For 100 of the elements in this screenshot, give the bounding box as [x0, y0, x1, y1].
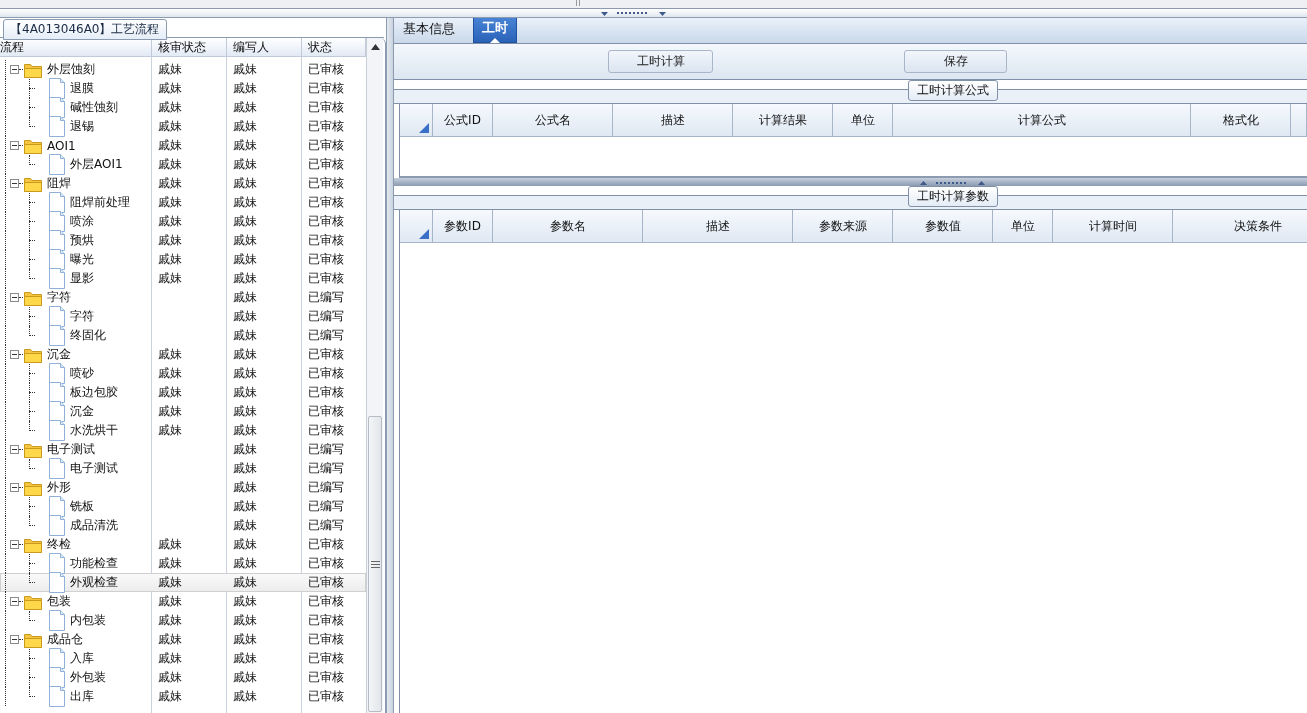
column-header[interactable]: 公式ID: [433, 104, 493, 136]
document-icon[interactable]: [49, 97, 65, 118]
document-icon[interactable]: [49, 363, 65, 384]
tree-item[interactable]: 外形: [46, 479, 72, 496]
document-icon[interactable]: [49, 667, 65, 688]
collapse-icon[interactable]: [10, 65, 19, 74]
collapse-handle-icon[interactable]: [919, 180, 986, 186]
tree-item[interactable]: 铣板: [69, 498, 95, 515]
column-header[interactable]: 参数ID: [433, 210, 493, 242]
column-header[interactable]: 决策条件: [1173, 210, 1307, 242]
folder-icon[interactable]: [24, 441, 42, 458]
folder-icon[interactable]: [24, 593, 42, 610]
document-icon[interactable]: [49, 154, 65, 175]
column-header[interactable]: 核审状态: [152, 38, 227, 56]
tree-item[interactable]: 入库: [69, 650, 95, 667]
column-header[interactable]: 单位: [833, 104, 893, 136]
tree-item[interactable]: 终固化: [69, 327, 107, 344]
document-icon[interactable]: [49, 268, 65, 289]
collapse-handle-icon[interactable]: [600, 11, 667, 17]
toolbar-button[interactable]: 保存: [904, 50, 1007, 73]
tree-item[interactable]: AOI1: [46, 138, 77, 153]
column-header[interactable]: 参数来源: [793, 210, 893, 242]
tree-item[interactable]: 电子测试: [46, 441, 96, 458]
corner-triangle-icon[interactable]: [419, 123, 429, 133]
tree-item[interactable]: 喷砂: [69, 365, 95, 382]
document-icon[interactable]: [49, 306, 65, 327]
document-icon[interactable]: [49, 249, 65, 270]
scroll-up-icon[interactable]: [370, 44, 380, 50]
folder-icon[interactable]: [24, 536, 42, 553]
document-icon[interactable]: [49, 648, 65, 669]
folder-icon[interactable]: [24, 631, 42, 648]
corner-triangle-icon[interactable]: [419, 229, 429, 239]
tree-item[interactable]: 退锡: [69, 118, 95, 135]
column-header[interactable]: 描述: [643, 210, 793, 242]
document-icon[interactable]: [49, 420, 65, 441]
document-icon[interactable]: [49, 553, 65, 574]
column-header[interactable]: 编写人: [227, 38, 302, 56]
folder-icon[interactable]: [24, 61, 42, 78]
tree-item[interactable]: 退膜: [69, 80, 95, 97]
tree-item[interactable]: 字符: [69, 308, 95, 325]
document-icon[interactable]: [49, 458, 65, 479]
document-icon[interactable]: [49, 610, 65, 631]
folder-icon[interactable]: [24, 479, 42, 496]
splitter[interactable]: [386, 18, 394, 713]
tree-item[interactable]: 成品清洗: [69, 517, 119, 534]
document-icon[interactable]: [49, 572, 65, 593]
folder-icon[interactable]: [24, 346, 42, 363]
column-header[interactable]: 计算公式: [893, 104, 1191, 136]
tab[interactable]: 基本信息: [397, 18, 461, 43]
tree-item[interactable]: 终检: [46, 536, 72, 553]
tree-item[interactable]: 字符: [46, 289, 72, 306]
tree-item[interactable]: 功能检查: [69, 555, 119, 572]
document-icon[interactable]: [49, 686, 65, 707]
column-header[interactable]: 参数名: [493, 210, 643, 242]
splitter-grip[interactable]: [575, 0, 580, 6]
collapse-icon[interactable]: [10, 179, 19, 188]
document-icon[interactable]: [49, 515, 65, 536]
document-icon[interactable]: [49, 382, 65, 403]
collapse-icon[interactable]: [10, 540, 19, 549]
tree-item[interactable]: 显影: [69, 270, 95, 287]
tree-item[interactable]: 外观检查: [69, 574, 119, 591]
tree-item[interactable]: 外层AOI1: [69, 156, 124, 173]
tree-item[interactable]: 沉金: [69, 403, 95, 420]
tree-item[interactable]: 水洗烘干: [69, 422, 119, 439]
column-header[interactable]: 计算时间: [1053, 210, 1173, 242]
folder-icon[interactable]: [24, 289, 42, 306]
tree-item[interactable]: 阻焊前处理: [69, 194, 131, 211]
tree-item[interactable]: 预烘: [69, 232, 95, 249]
document-icon[interactable]: [49, 78, 65, 99]
collapse-icon[interactable]: [10, 597, 19, 606]
scrollbar-thumb[interactable]: [368, 416, 382, 712]
column-header[interactable]: 参数值: [893, 210, 993, 242]
column-header[interactable]: 公式名: [493, 104, 613, 136]
document-icon[interactable]: [49, 116, 65, 137]
column-header[interactable]: 流程: [0, 38, 152, 56]
collapse-icon[interactable]: [10, 141, 19, 150]
tree-item[interactable]: 电子测试: [69, 460, 119, 477]
column-header[interactable]: 格式化: [1191, 104, 1291, 136]
tree-item[interactable]: 阻焊: [46, 175, 72, 192]
tab[interactable]: 工时: [473, 18, 517, 43]
tree-item[interactable]: 外层蚀刻: [46, 61, 96, 78]
collapse-icon[interactable]: [10, 483, 19, 492]
document-icon[interactable]: [49, 496, 65, 517]
document-icon[interactable]: [49, 230, 65, 251]
tree-item[interactable]: 成品仓: [46, 631, 84, 648]
toolbar-button[interactable]: 工时计算: [608, 50, 713, 73]
document-icon[interactable]: [49, 211, 65, 232]
column-header[interactable]: 单位: [993, 210, 1053, 242]
collapse-icon[interactable]: [10, 635, 19, 644]
scrollbar[interactable]: [366, 38, 383, 713]
tree-item[interactable]: 外包装: [69, 669, 107, 686]
tree-item[interactable]: 板边包胶: [69, 384, 119, 401]
column-header[interactable]: 计算结果: [733, 104, 833, 136]
document-icon[interactable]: [49, 325, 65, 346]
tree-item[interactable]: 沉金: [46, 346, 72, 363]
tree-item[interactable]: 内包装: [69, 612, 107, 629]
collapse-icon[interactable]: [10, 293, 19, 302]
folder-icon[interactable]: [24, 175, 42, 192]
folder-icon[interactable]: [24, 137, 42, 154]
tree-item[interactable]: 出库: [69, 688, 95, 705]
